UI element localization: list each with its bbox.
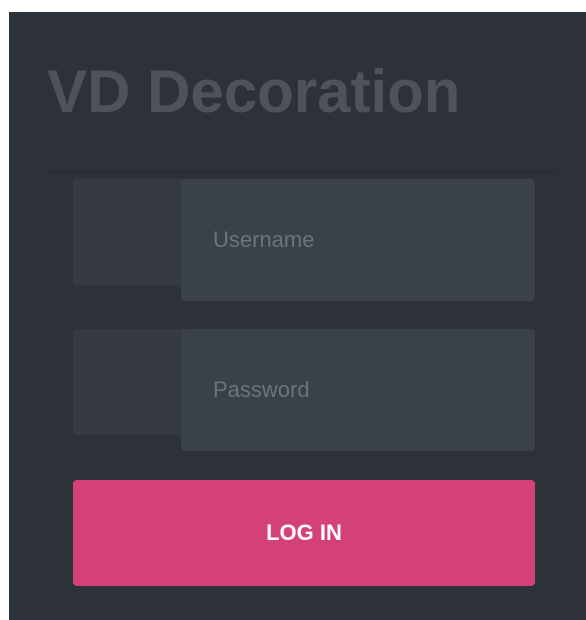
app-title: VD Decoration	[47, 58, 461, 125]
login-button[interactable]: LOG IN	[73, 480, 535, 586]
username-field	[73, 179, 535, 301]
username-input[interactable]	[181, 179, 535, 301]
login-panel: VD Decoration LOG IN	[9, 12, 586, 620]
title-divider	[47, 172, 557, 173]
password-input[interactable]	[181, 329, 535, 451]
password-field	[73, 329, 535, 451]
